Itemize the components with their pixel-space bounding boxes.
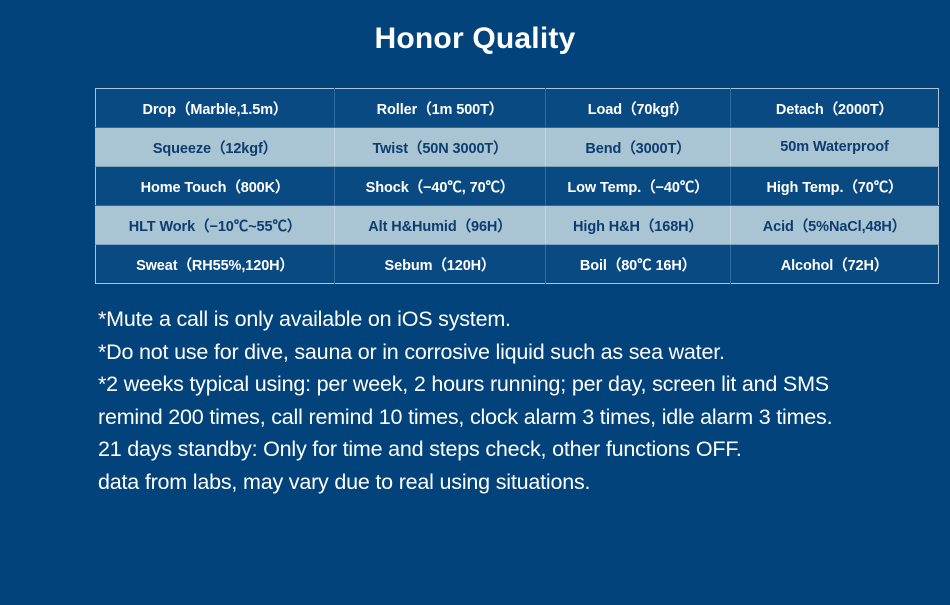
spec-cell: High H&H（168H） bbox=[545, 205, 731, 245]
spec-cell: Twist（50N 3000T） bbox=[334, 127, 546, 167]
table-row: Sweat（RH55%,120H） Sebum（120H） Boil（80℃ 1… bbox=[95, 244, 939, 284]
spec-cell: Load（70kgf） bbox=[545, 88, 731, 128]
spec-cell: Sebum（120H） bbox=[334, 244, 546, 284]
footnotes: *Mute a call is only available on iOS sy… bbox=[98, 303, 898, 498]
table-row: HLT Work（−10℃~55℃） Alt H&Humid（96H） High… bbox=[95, 205, 939, 245]
spec-cell: HLT Work（−10℃~55℃） bbox=[95, 205, 335, 245]
spec-cell: Acid（5%NaCl,48H） bbox=[730, 205, 939, 245]
spec-cell: Detach（2000T） bbox=[730, 88, 939, 128]
spec-cell: Sweat（RH55%,120H） bbox=[95, 244, 335, 284]
footnote-battery-typical: *2 weeks typical using: per week, 2 hour… bbox=[98, 372, 833, 429]
honor-quality-spec-table: Drop（Marble,1.5m） Roller（1m 500T） Load（7… bbox=[95, 88, 939, 284]
table-row: Squeeze（12kgf） Twist（50N 3000T） Bend（300… bbox=[95, 127, 939, 167]
spec-cell: Bend（3000T） bbox=[545, 127, 731, 167]
spec-cell: Drop（Marble,1.5m） bbox=[95, 88, 335, 128]
footnote-lab-data: data from labs, may vary due to real usi… bbox=[98, 469, 591, 494]
spec-cell: Low Temp.（−40℃） bbox=[545, 166, 731, 206]
footnote-mute-call: *Mute a call is only available on iOS sy… bbox=[98, 307, 511, 331]
spec-cell: Roller（1m 500T） bbox=[334, 88, 546, 128]
spec-cell: Squeeze（12kgf） bbox=[95, 127, 335, 167]
spec-cell: Shock（−40℃, 70℃） bbox=[334, 166, 546, 206]
spec-cell: Alcohol（72H） bbox=[730, 244, 939, 284]
table-row: Drop（Marble,1.5m） Roller（1m 500T） Load（7… bbox=[95, 88, 939, 128]
footnote-no-dive: *Do not use for dive, sauna or in corros… bbox=[98, 339, 725, 364]
table-row: Home Touch（800K） Shock（−40℃, 70℃） Low Te… bbox=[95, 166, 939, 206]
spec-cell: 50m Waterproof bbox=[730, 127, 939, 167]
spec-cell: High Temp.（70℃） bbox=[730, 166, 939, 206]
spec-cell: Alt H&Humid（96H） bbox=[334, 205, 546, 245]
spec-cell: Boil（80℃ 16H） bbox=[545, 244, 731, 284]
page-title: Honor Quality bbox=[374, 22, 576, 55]
footnote-standby: 21 days standby: Only for time and steps… bbox=[98, 437, 742, 461]
spec-cell: Home Touch（800K） bbox=[95, 166, 335, 206]
